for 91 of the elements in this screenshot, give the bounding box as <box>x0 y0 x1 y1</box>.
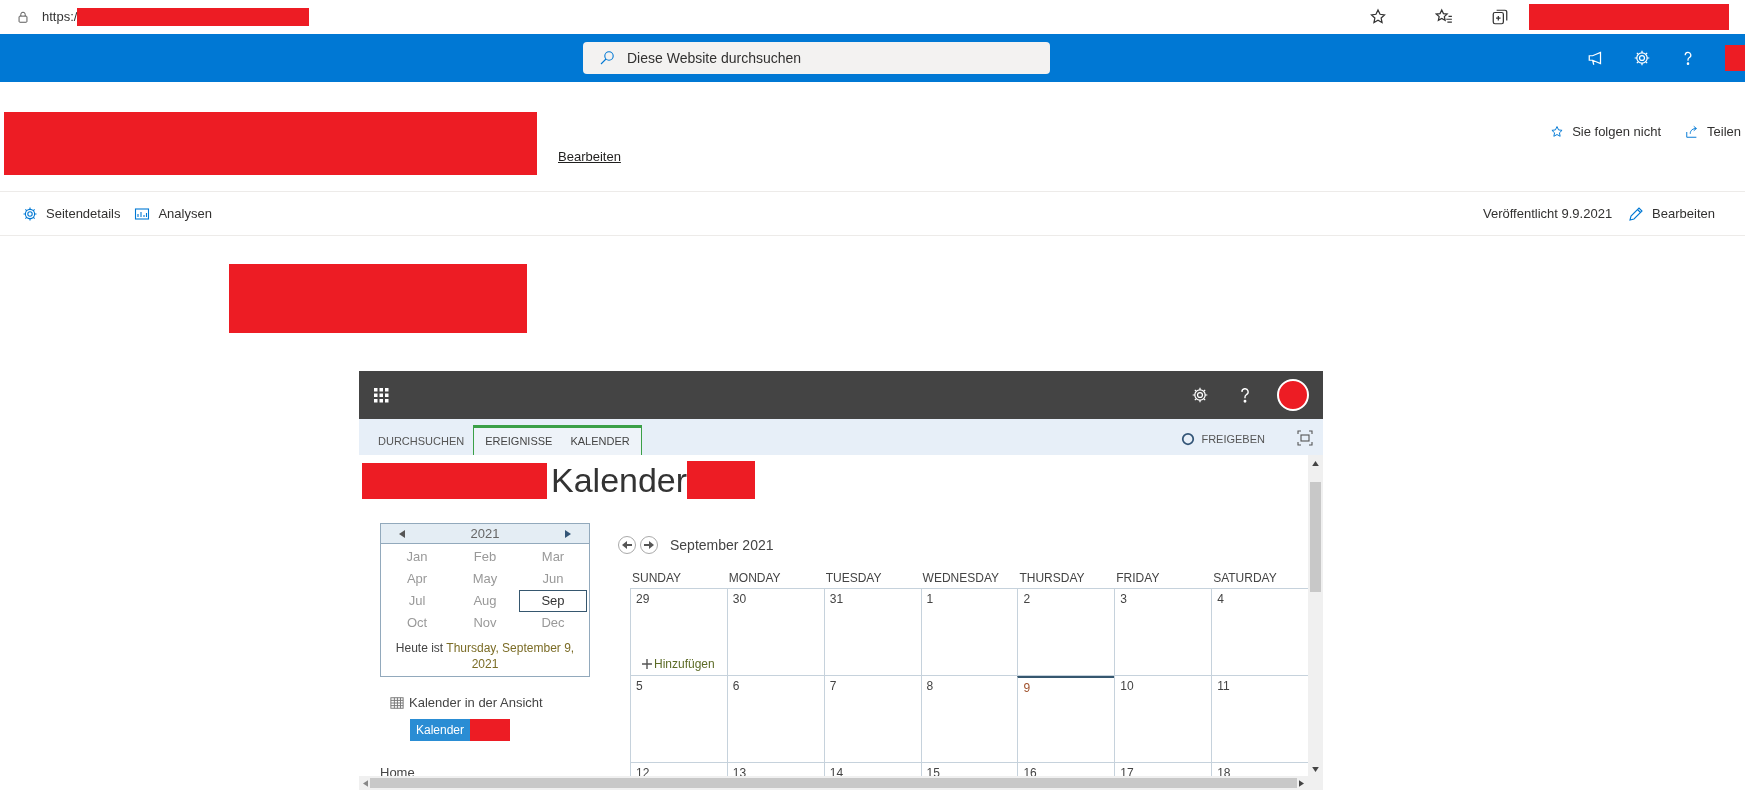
sync-icon <box>1181 431 1196 446</box>
day-cell[interactable]: 5 <box>630 676 727 762</box>
star-icon <box>1550 124 1565 139</box>
nav-link[interactable]: Home <box>380 764 613 776</box>
day-number: 3 <box>1120 591 1128 608</box>
day-cell[interactable]: 1 <box>920 589 1018 675</box>
day-cell[interactable]: 8 <box>920 676 1018 762</box>
previous-year-icon[interactable] <box>399 529 405 538</box>
plus-icon <box>642 659 652 669</box>
lock-icon <box>16 10 30 24</box>
day-cell[interactable]: 11 <box>1211 676 1308 762</box>
page-details-button[interactable]: Seitendetails <box>22 203 121 224</box>
day-number: 8 <box>926 678 935 695</box>
day-number: 4 <box>1217 591 1225 608</box>
share-button[interactable]: FREIGEBEN <box>1181 430 1265 455</box>
app-launcher-icon[interactable] <box>373 387 389 403</box>
day-number: 31 <box>829 591 845 608</box>
day-cell[interactable]: 10 <box>1114 676 1212 762</box>
edit-button[interactable]: Bearbeiten <box>1628 203 1715 224</box>
weekday-header: MONDAY <box>727 570 782 587</box>
published-text: Veröffentlicht 9.9.2021 <box>1482 204 1613 223</box>
search-placeholder: Diese Website durchsuchen <box>627 48 802 68</box>
day-cell[interactable]: 31 <box>823 589 921 675</box>
day-number: 5 <box>636 678 644 695</box>
collections-icon[interactable] <box>1491 8 1509 26</box>
day-number: 11 <box>1217 678 1231 695</box>
scroll-down-icon[interactable] <box>1312 767 1319 772</box>
day-cell[interactable]: 9 <box>1017 676 1115 762</box>
settings-icon[interactable] <box>1633 49 1651 67</box>
fullscreen-icon[interactable] <box>1297 430 1313 446</box>
scrollbar-thumb[interactable] <box>1310 482 1321 592</box>
weekday-header: SUNDAY <box>631 570 683 587</box>
settings-icon[interactable] <box>1191 386 1209 404</box>
weekday-header: TUESDAY <box>824 570 883 587</box>
day-number: 30 <box>732 591 748 608</box>
scrollbar-thumb[interactable] <box>370 778 1297 788</box>
tab[interactable]: EREIGNISSE <box>476 433 562 450</box>
month-title: September 2021 <box>670 535 774 555</box>
month-cell[interactable]: Sep <box>519 590 587 612</box>
scroll-left-icon[interactable] <box>363 779 368 787</box>
day-cell[interactable]: 2 <box>1017 589 1115 675</box>
page-title: Kalender <box>551 463 688 497</box>
redaction-mark <box>1725 45 1745 71</box>
views-heading: Kalender in der Ansicht <box>409 694 543 712</box>
star-add-icon[interactable] <box>1369 8 1387 26</box>
chart-icon <box>134 205 151 222</box>
redaction-mark <box>470 718 511 741</box>
arrow-left-icon <box>622 540 632 550</box>
year-label: 2021 <box>470 524 500 543</box>
scroll-right-icon[interactable] <box>1299 779 1304 787</box>
next-year-icon[interactable] <box>565 529 571 538</box>
vertical-scrollbar[interactable] <box>1308 455 1323 790</box>
calendar-view-item[interactable]: Kalender <box>410 718 471 741</box>
share-icon <box>1685 124 1700 139</box>
favorites-icon[interactable] <box>1435 8 1453 26</box>
avatar[interactable] <box>1277 379 1309 411</box>
edit-link[interactable]: Bearbeiten <box>558 147 621 167</box>
weekday-header: THURSDAY <box>1018 570 1086 587</box>
day-number: 10 <box>1120 678 1135 695</box>
day-cell[interactable]: 30 <box>726 589 824 675</box>
day-cell[interactable]: 3 <box>1114 589 1212 675</box>
arrow-right-icon <box>644 540 654 550</box>
day-cell[interactable]: 4 <box>1211 589 1308 675</box>
day-cell[interactable]: 29 Hinzufügen <box>630 589 727 675</box>
tab[interactable]: DURCHSUCHEN <box>369 432 474 455</box>
day-number: 2 <box>1023 591 1032 608</box>
weekday-header: WEDNESDAY <box>921 570 1000 587</box>
follow-button[interactable]: Sie folgen nicht <box>1550 122 1662 142</box>
day-number: 29 <box>636 591 651 608</box>
settings-icon <box>22 205 38 222</box>
analytics-button[interactable]: Analysen <box>134 203 212 224</box>
weekday-header: FRIDAY <box>1115 570 1161 587</box>
url-text[interactable]: https:/ <box>42 7 78 27</box>
horizontal-scrollbar[interactable] <box>359 776 1308 790</box>
day-number: 7 <box>829 678 838 695</box>
redaction-mark <box>687 461 756 499</box>
day-cell[interactable]: 6 <box>726 676 824 762</box>
day-cell[interactable]: 7 <box>823 676 921 762</box>
day-number: 6 <box>732 678 741 695</box>
tab[interactable]: KALENDER <box>561 433 639 450</box>
search-icon <box>599 50 615 66</box>
pencil-icon <box>1628 205 1645 222</box>
weekday-header: SATURDAY <box>1212 570 1278 587</box>
day-number: 1 <box>926 591 935 608</box>
today-text: Heute ist Thursday, September 9, 2021 <box>394 640 576 673</box>
calendar-icon <box>389 695 405 710</box>
add-event-link[interactable]: Hinzufügen <box>636 655 722 675</box>
share-button[interactable]: Teilen <box>1685 122 1741 142</box>
search-field[interactable]: Diese Website durchsuchen <box>583 42 1050 74</box>
day-number: 9 <box>1023 680 1032 697</box>
scroll-up-icon[interactable] <box>1312 461 1319 466</box>
